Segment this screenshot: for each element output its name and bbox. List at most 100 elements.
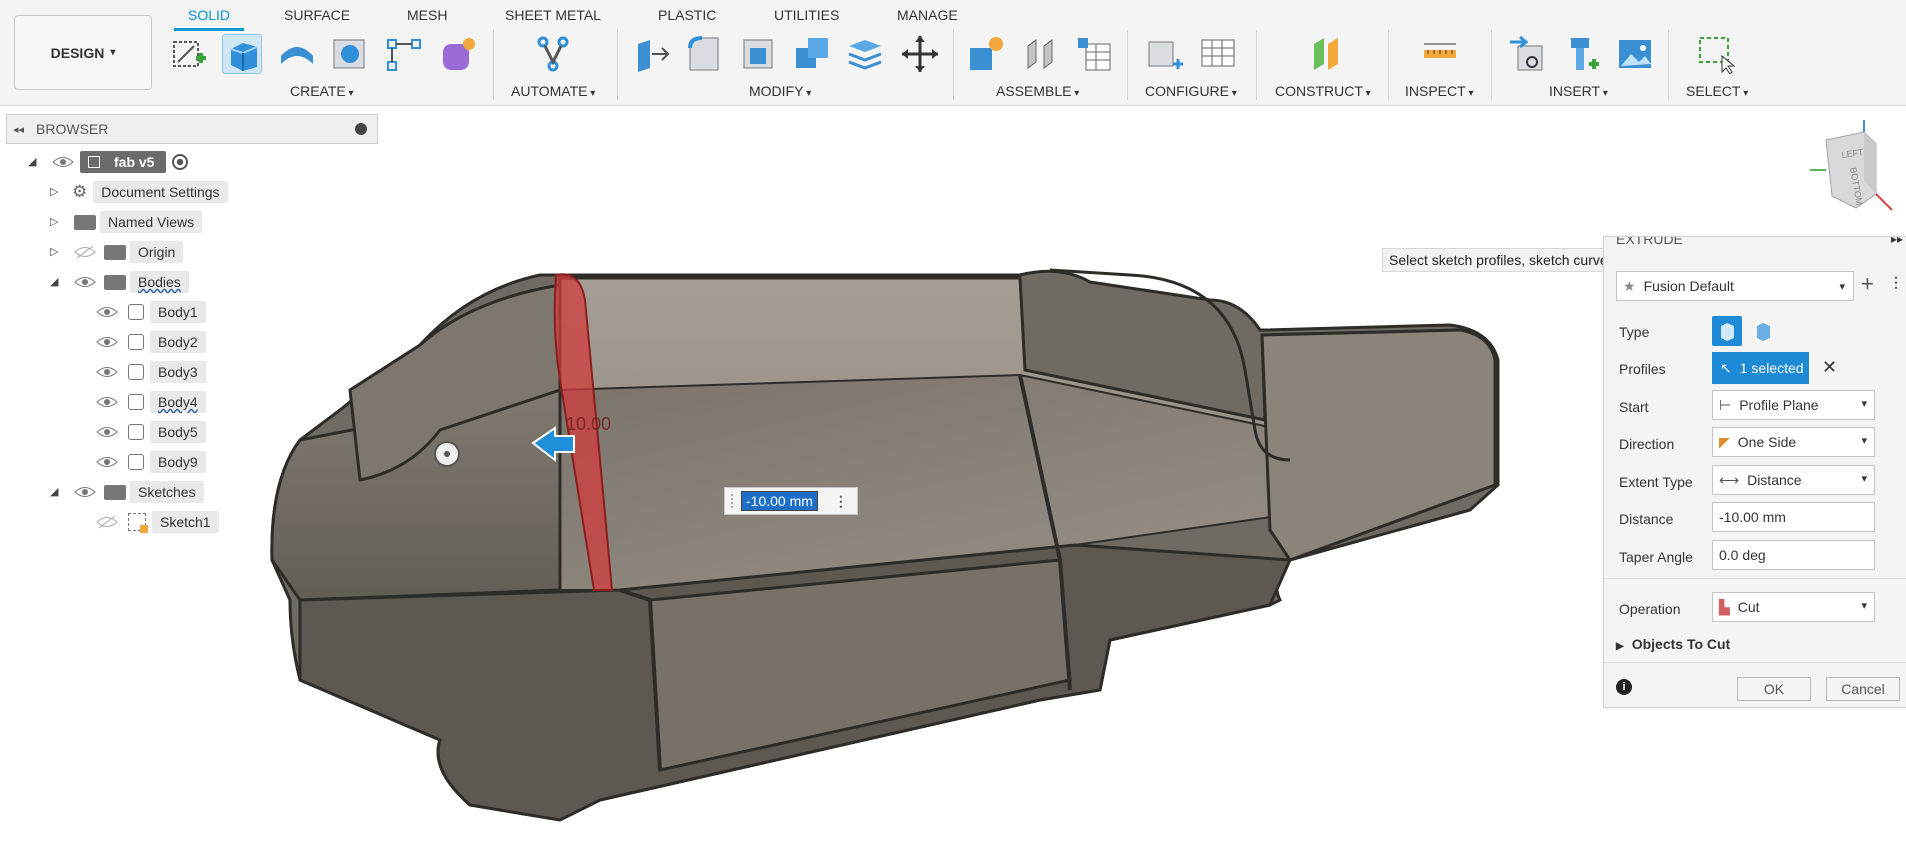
preset-dropdown[interactable]: ★ Fusion Default ▾ <box>1616 271 1854 301</box>
distance-icon: ⟷ <box>1719 471 1740 488</box>
dialog-header: EXTRUDE ▸▸ <box>1604 237 1906 247</box>
tab-manage[interactable]: MANAGE <box>897 7 958 23</box>
inspect-menu[interactable]: INSPECT <box>1405 83 1474 99</box>
pattern-icon[interactable] <box>384 34 424 74</box>
insert-canvas-icon[interactable] <box>1615 34 1655 74</box>
design-workspace-button[interactable]: DESIGN ▾ <box>14 15 152 90</box>
construct-plane-icon[interactable] <box>1306 34 1346 74</box>
revolve-icon[interactable] <box>277 34 317 74</box>
extent-type-label: Extent Type <box>1619 474 1693 490</box>
toolbar-separator <box>617 30 618 100</box>
move-icon[interactable] <box>900 34 940 74</box>
operation-value: Cut <box>1737 599 1760 615</box>
ok-button[interactable]: OK <box>1737 677 1811 701</box>
star-icon: ★ <box>1623 277 1636 294</box>
divider <box>1604 662 1906 663</box>
toolbar-separator <box>1256 30 1257 100</box>
toolbar-separator <box>1668 30 1669 100</box>
more-options-icon[interactable]: ⋮ <box>834 493 848 510</box>
toolbar-separator <box>1388 30 1389 100</box>
extent-type-dropdown[interactable]: ⟷ Distance <box>1712 465 1875 495</box>
chevron-down-icon: ▾ <box>110 47 116 58</box>
drag-handle-icon[interactable] <box>731 494 733 508</box>
type-thin-button[interactable] <box>1748 316 1778 346</box>
shell-icon[interactable] <box>738 34 778 74</box>
construct-menu[interactable]: CONSTRUCT <box>1275 83 1371 99</box>
combine-icon[interactable] <box>792 34 832 74</box>
tab-surface[interactable]: SURFACE <box>284 7 350 23</box>
profiles-selection-button[interactable]: ↖ 1 selected <box>1712 352 1809 384</box>
hole-icon[interactable] <box>330 34 370 74</box>
dimension-label: 10.00 <box>566 414 611 434</box>
divider <box>1604 578 1906 579</box>
assemble-menu[interactable]: ASSEMBLE <box>996 83 1079 99</box>
distance-manipulator: -10.00 mm ⋮ <box>724 487 858 515</box>
extrude-icon[interactable] <box>222 34 262 74</box>
add-preset-icon[interactable]: + <box>1861 271 1874 297</box>
clear-selection-icon[interactable]: ✕ <box>1822 357 1837 378</box>
profile-plane-icon: ⊢ <box>1719 396 1732 413</box>
extrude-dialog: EXTRUDE ▸▸ ★ Fusion Default ▾ + ⋮ Type P… <box>1603 236 1906 708</box>
type-solid-button[interactable] <box>1712 316 1742 346</box>
profiles-label: Profiles <box>1619 361 1666 377</box>
model-right-nozzle <box>1260 328 1497 562</box>
tab-mesh[interactable]: MESH <box>407 7 447 23</box>
cursor-icon: ↖ <box>1720 359 1732 376</box>
browser-minimize-icon[interactable] <box>355 123 367 135</box>
more-options-icon[interactable]: ⋮ <box>1889 274 1903 291</box>
distance-inline-input[interactable]: -10.00 mm <box>741 491 818 511</box>
active-tab-indicator <box>174 28 244 31</box>
tab-solid[interactable]: SOLID <box>188 7 230 23</box>
configure-menu[interactable]: CONFIGURE <box>1145 83 1237 99</box>
configure-icon[interactable] <box>1145 34 1185 74</box>
joint-icon[interactable] <box>1020 34 1060 74</box>
bill-of-materials-icon[interactable] <box>1074 34 1114 74</box>
press-pull-icon[interactable] <box>632 34 672 74</box>
objects-to-cut-toggle[interactable]: ▶ Objects To Cut <box>1616 636 1730 652</box>
insert-derive-icon[interactable] <box>1508 34 1548 74</box>
info-icon[interactable]: i <box>1616 679 1632 695</box>
create-menu[interactable]: CREATE <box>290 83 354 99</box>
insert-mcmaster-icon[interactable] <box>1563 34 1603 74</box>
insert-menu[interactable]: INSERT <box>1549 83 1608 99</box>
design-label: DESIGN <box>50 44 105 61</box>
new-component-icon[interactable] <box>966 34 1006 74</box>
measure-icon[interactable] <box>1420 34 1460 74</box>
distance-label: Distance <box>1619 511 1674 527</box>
browser-title: BROWSER <box>36 121 109 137</box>
preset-value: Fusion Default <box>1643 278 1734 294</box>
create-sketch-icon[interactable] <box>170 34 210 74</box>
dialog-title: EXTRUDE <box>1616 237 1683 247</box>
fillet-icon[interactable] <box>684 34 724 74</box>
distance-input[interactable]: -10.00 mm <box>1712 502 1875 532</box>
one-side-icon: ◤ <box>1719 433 1730 450</box>
direction-value: One Side <box>1737 434 1797 450</box>
automate-menu[interactable]: AUTOMATE <box>511 83 595 99</box>
operation-dropdown[interactable]: ▙ Cut <box>1712 592 1875 622</box>
expand-dialog-icon[interactable]: ▸▸ <box>1891 237 1903 246</box>
modify-menu[interactable]: MODIFY <box>749 83 811 99</box>
extent-type-value: Distance <box>1747 472 1802 488</box>
profiles-count: 1 selected <box>1739 360 1804 376</box>
direction-dropdown[interactable]: ◤ One Side <box>1712 427 1875 457</box>
cancel-button[interactable]: Cancel <box>1826 677 1900 701</box>
toolbar-separator <box>1127 30 1128 100</box>
tab-plastic[interactable]: PLASTIC <box>658 7 716 23</box>
configuration-table-icon[interactable] <box>1198 34 1238 74</box>
select-menu[interactable]: SELECT <box>1686 83 1748 99</box>
toolbar-separator <box>953 30 954 100</box>
start-dropdown[interactable]: ⊢ Profile Plane <box>1712 390 1875 420</box>
collapse-panel-icon[interactable]: ◂◂ <box>13 123 24 136</box>
create-form-icon[interactable] <box>437 34 477 74</box>
start-label: Start <box>1619 399 1649 415</box>
tab-utilities[interactable]: UTILITIES <box>774 7 839 23</box>
taper-angle-input[interactable]: 0.0 deg <box>1712 540 1875 570</box>
automate-icon[interactable] <box>533 34 573 74</box>
cut-icon: ▙ <box>1719 598 1730 615</box>
select-box-icon[interactable] <box>1696 34 1736 75</box>
objects-to-cut-label: Objects To Cut <box>1631 636 1731 652</box>
tab-sheet-metal[interactable]: SHEET METAL <box>505 7 601 23</box>
viewcube[interactable]: LEFT BOTTOM <box>1806 118 1896 222</box>
offset-face-icon[interactable] <box>845 34 885 74</box>
direction-label: Direction <box>1619 436 1675 452</box>
